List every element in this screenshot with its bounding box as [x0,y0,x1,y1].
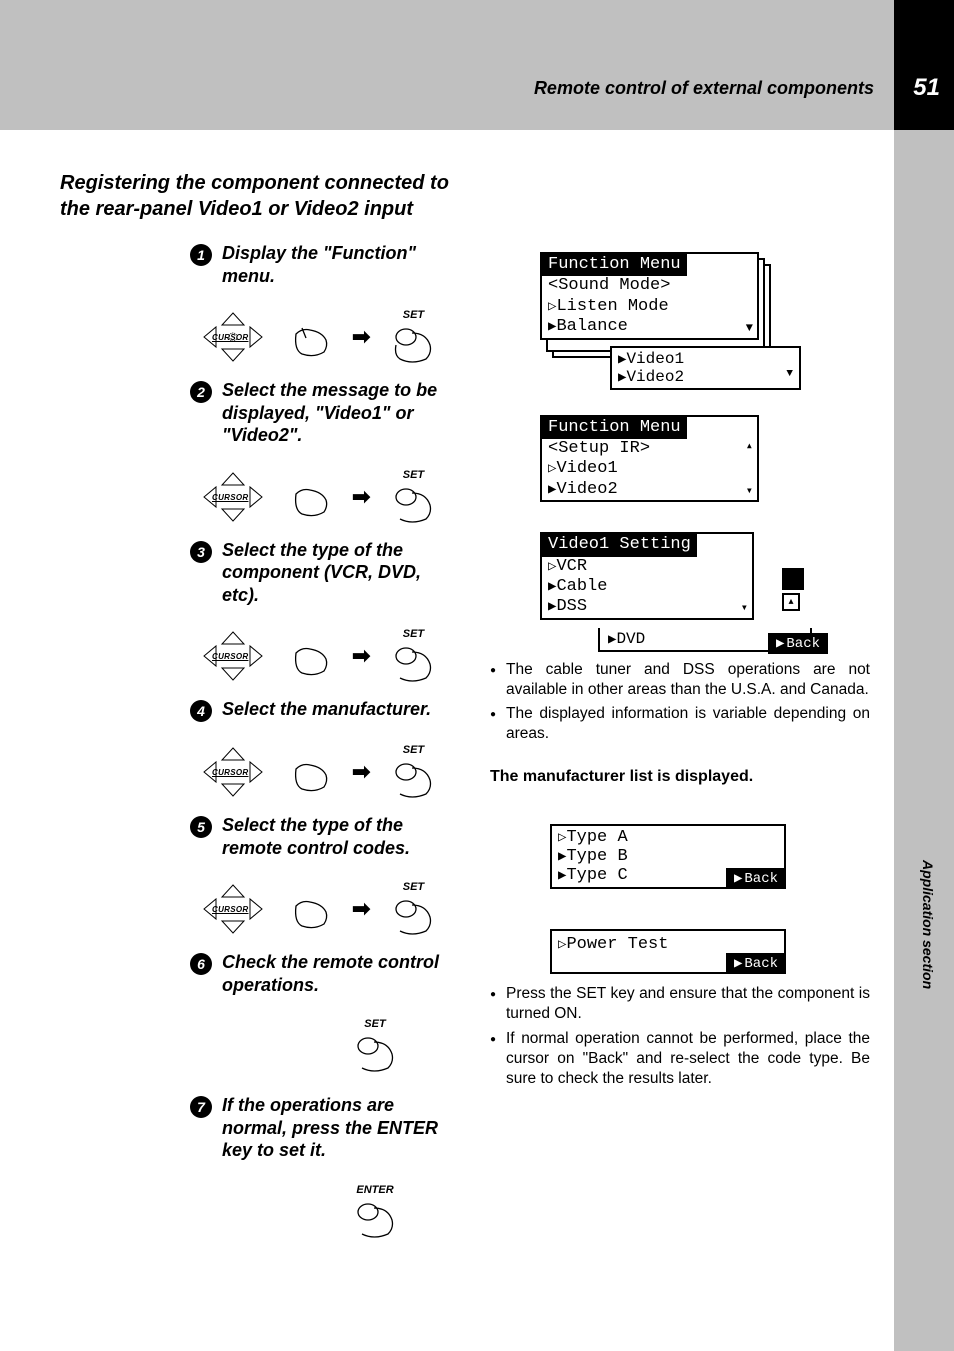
step-text-4: Select the manufacturer. [222,698,431,722]
hand-press-icon [286,633,332,679]
step-number-3: 3 [190,541,212,563]
step-number-6: 6 [190,953,212,975]
step-number-5: 5 [190,816,212,838]
lcd-row: ▶Cable [542,577,752,597]
header-gray-band [0,0,954,130]
cursor-label: CURSOR [212,493,248,502]
hand-press-icon [286,474,332,520]
hand-press-icon [286,749,332,795]
back-chip: ▶Back [768,633,828,654]
bullet-text: If normal operation cannot be performed,… [490,1029,870,1089]
lcd-setup-ir: Function Menu <Setup IR>▴ ▷Video1 ▶Video… [540,415,759,503]
lcd-row: ▷Video1 [542,459,757,479]
cursor-label: CURSOR [212,333,248,342]
cursor-pad-icon: CURSOR [200,630,266,682]
arrow-right-icon: ➡ [352,759,370,785]
hand-press-icon [286,886,332,932]
back-chip: ▶Back [726,953,786,974]
back-chip: ▶Back [726,868,786,889]
lcd-title: Video1 Setting [542,534,697,556]
lcd-title: Function Menu [542,254,687,276]
cursor-pad-icon: CURSOR [200,471,266,523]
lcd-row: ▶Video2▾ [542,480,757,500]
arrow-right-icon: ➡ [352,484,370,510]
lcd-row: ▷VCR [542,557,752,577]
hand-press-set-icon [352,1028,398,1074]
up-triangle-icon: ▴ [782,593,800,611]
step-text-5: Select the type of the remote control co… [222,814,460,859]
step-text-7: If the operations are normal, press the … [222,1094,460,1162]
cursor-pad-icon: CURSOR [200,746,266,798]
header-corner-black [894,0,954,130]
hand-press-set-icon [390,479,436,525]
bullet-text: Press the SET key and ensure that the co… [490,984,870,1024]
hand-press-set-icon [390,638,436,684]
lcd-function-menu-stack: Function Menu <Sound Mode> ▷Listen Mode … [540,252,870,390]
cursor-pad-icon: CURSOR [200,311,266,363]
hand-press-set-icon [390,319,436,365]
bullet-text: The displayed information is variable de… [490,704,870,744]
step-number-7: 7 [190,1096,212,1118]
arrow-right-icon: ➡ [352,643,370,669]
arrow-right-icon: ➡ [352,896,370,922]
step-number-2: 2 [190,381,212,403]
lcd-row: ▶DSS▾ [542,597,752,617]
step-text-6: Check the remote control operations. [222,951,460,996]
step-text-2: Select the message to be displayed, "Vid… [222,379,460,447]
hand-press-set-icon [390,754,436,800]
cursor-label: CURSOR [212,652,248,661]
black-square-icon [782,568,804,590]
step-text-1: Display the "Function" menu. [222,242,460,287]
page-number: 51 [913,74,940,102]
bullet-text: The cable tuner and DSS operations are n… [490,660,870,700]
sub-heading: The manufacturer list is displayed. [490,768,870,786]
right-gray-strip [894,130,954,1351]
hand-press-icon [286,314,332,360]
lcd-power-test: ▷Power Test ▶Back [550,929,786,974]
cursor-label: CURSOR [212,768,248,777]
cursor-label: CURSOR [212,905,248,914]
step-number-4: 4 [190,700,212,722]
lcd-sub-panel: ▶Video1 ▶Video2▼ [610,346,801,390]
side-section-label: Application section [920,860,936,989]
hand-press-enter-icon [352,1194,398,1240]
cursor-pad-icon: CURSOR [200,883,266,935]
step-text-3: Select the type of the component (VCR, D… [222,539,460,607]
lcd-type-list: ▷Type A ▶Type B ▶Type C ▶Back [550,824,786,889]
hand-press-set-icon [390,891,436,937]
lcd-video-setting: Video1 Setting ▷VCR ▶Cable ▶DSS▾ ▴ ▶DVD … [540,532,800,652]
lcd-row: ▷Listen Mode [542,297,757,317]
lcd-row: ▶Balance▼ [542,317,757,337]
lcd-side-controls: ▴ [782,568,804,611]
header-title: Remote control of external components [534,78,874,99]
lcd-row: <Setup IR>▴ [542,439,757,459]
lcd-row: <Sound Mode> [542,276,757,296]
arrow-right-icon: ➡ [352,324,370,350]
step-number-1: 1 [190,244,212,266]
section-title: Registering the component connected to t… [60,170,460,222]
lcd-title: Function Menu [542,417,687,439]
